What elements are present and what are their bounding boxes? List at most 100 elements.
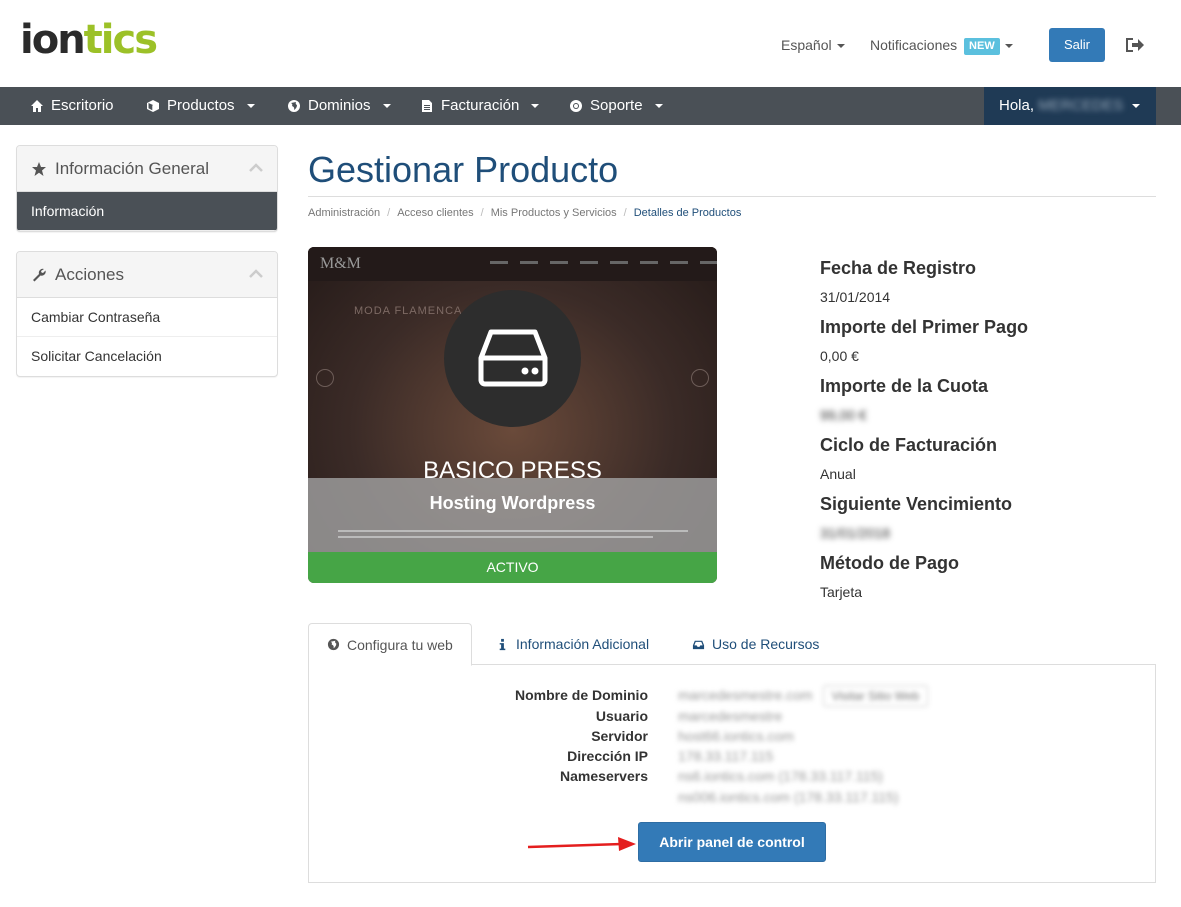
sidebar-item-informacion[interactable]: Información	[17, 192, 277, 231]
top-header: iontics Español Notificaciones NEW Salir	[0, 0, 1181, 87]
red-arrow-annotation	[527, 837, 636, 851]
product-name: BASICO PRESS	[423, 457, 602, 484]
breadcrumb-item[interactable]: Acceso clientes	[397, 207, 473, 219]
info-row-nameserver-2: ns006.iontics.com (178.33.117.115)	[309, 787, 1157, 807]
product-tabs: Configura tu web Información Adicional U…	[308, 623, 1156, 666]
logout-button[interactable]: Salir	[1049, 28, 1105, 62]
detail-label: Importe del Primer Pago	[820, 317, 1029, 337]
caret-down-icon	[531, 104, 540, 108]
info-value: marcedesmestre	[678, 708, 783, 724]
preview-arrow-right-icon	[691, 369, 709, 387]
iontics-logo[interactable]: iontics	[20, 17, 158, 63]
language-dropdown[interactable]: Español	[781, 36, 845, 54]
status-badge: ACTIVO	[308, 552, 717, 583]
nav-productos[interactable]: Productos	[146, 87, 255, 125]
preview-arrow-left-icon	[316, 369, 334, 387]
general-info-panel-header[interactable]: Información General	[17, 146, 277, 192]
user-name: MERCEDES	[1038, 97, 1124, 114]
nav-facturacion[interactable]: Facturación	[420, 87, 540, 125]
product-card: M&M MODA FLAMENCA BASICO PRESS Hosting W…	[308, 247, 717, 583]
star-icon	[32, 161, 46, 176]
detail-value: 0,00 €	[820, 348, 859, 364]
caret-down-icon	[246, 104, 255, 108]
page-title: Gestionar Producto	[308, 149, 619, 190]
breadcrumb-item[interactable]: Administración	[308, 207, 380, 219]
info-label: Servidor	[591, 728, 648, 744]
detail-value: 31/01/2014	[820, 289, 891, 305]
product-type: Hosting Wordpress	[429, 493, 596, 513]
greeting-label: Hola,	[999, 97, 1035, 114]
detail-label: Ciclo de Facturación	[820, 435, 998, 455]
life-ring-icon	[570, 100, 582, 112]
info-icon	[499, 638, 506, 650]
logo-text-dark: ion	[20, 17, 86, 63]
sidebar-item-change-password[interactable]: Cambiar Contraseña	[17, 298, 277, 337]
product-details: Fecha de Registro 31/01/2014 Importe del…	[820, 257, 1150, 611]
nav-escritorio[interactable]: Escritorio	[30, 87, 114, 125]
info-value: ns006.iontics.com (178.33.117.115)	[678, 789, 899, 805]
inbox-icon	[692, 640, 705, 649]
nav-dominios[interactable]: Dominios	[287, 87, 391, 125]
actions-panel: Acciones Cambiar Contraseña Solicitar Ca…	[16, 251, 278, 377]
visit-website-button[interactable]: Visitar Sitio Web	[822, 685, 929, 707]
info-row-ip: Dirección IP 178.33.117.115	[309, 746, 1157, 766]
user-menu[interactable]: Hola, MERCEDES	[984, 87, 1156, 125]
tab-informacion-adicional[interactable]: Información Adicional	[478, 623, 667, 665]
chevron-up-icon[interactable]	[249, 269, 263, 279]
breadcrumb-current: Detalles de Productos	[633, 207, 742, 219]
info-row-server: Servidor host66.iontics.com	[309, 726, 1157, 746]
hdd-icon	[478, 329, 548, 387]
detail-label: Método de Pago	[820, 553, 959, 573]
caret-down-icon	[1004, 44, 1013, 49]
preview-text-lines	[338, 530, 688, 542]
server-icon-badge	[444, 290, 581, 427]
info-value: ns6.iontics.com (178.33.117.115)	[678, 768, 883, 784]
info-value: host66.iontics.com	[678, 728, 794, 744]
notifications-dropdown[interactable]: Notificaciones NEW	[870, 36, 1013, 55]
preview-menu	[490, 261, 717, 264]
tab-uso-recursos[interactable]: Uso de Recursos	[674, 623, 837, 665]
nav-soporte[interactable]: Soporte	[569, 87, 663, 125]
domain-value[interactable]: marcedesmestre.com	[678, 687, 813, 703]
panel-title: Acciones	[55, 264, 124, 284]
info-label: Nombre de Dominio	[514, 687, 648, 703]
actions-panel-header[interactable]: Acciones	[17, 252, 277, 298]
nav-label: Escritorio	[51, 97, 114, 114]
sign-out-icon[interactable]	[1124, 36, 1144, 54]
main-navbar: Escritorio Productos Dominios Facturació…	[0, 87, 1181, 125]
preview-topbar	[308, 247, 717, 281]
breadcrumb: Administración / Acceso clientes / Mis Produ…	[308, 207, 742, 219]
title-divider	[308, 196, 1156, 197]
tab-label: Uso de Recursos	[712, 636, 820, 652]
detail-label: Importe de la Cuota	[820, 376, 989, 396]
info-label: Dirección IP	[567, 748, 648, 764]
nav-label: Dominios	[308, 97, 371, 114]
info-row-user: Usuario marcedesmestre	[309, 706, 1157, 726]
notifications-label: Notificaciones	[870, 37, 958, 53]
breadcrumb-item[interactable]: Mis Productos y Servicios	[491, 207, 617, 219]
caret-down-icon	[836, 44, 845, 49]
globe-icon	[327, 638, 340, 651]
chevron-up-icon[interactable]	[249, 163, 263, 173]
open-control-panel-button[interactable]: Abrir panel de control	[638, 822, 826, 862]
caret-down-icon	[382, 104, 391, 108]
info-label: Nameservers	[560, 768, 648, 784]
file-icon	[422, 100, 432, 112]
wrench-icon	[33, 268, 46, 281]
preview-text: MODA FLAMENCA	[354, 305, 463, 317]
tab-label: Configura tu web	[347, 636, 453, 653]
info-value: 178.33.117.115	[678, 748, 774, 764]
tab-label: Información Adicional	[516, 636, 650, 652]
info-row-nameservers: Nameservers ns6.iontics.com (178.33.117.…	[309, 766, 1157, 786]
tab-configura-web[interactable]: Configura tu web	[308, 623, 472, 666]
panel-title: Información General	[55, 158, 210, 178]
caret-down-icon	[1132, 104, 1140, 108]
cube-icon	[147, 100, 159, 112]
info-row-domain: Nombre de Dominio marcedesmestre.com Visi…	[309, 685, 1157, 707]
nav-label: Facturación	[441, 97, 520, 114]
caret-down-icon	[654, 104, 663, 108]
sidebar-item-request-cancellation[interactable]: Solicitar Cancelación	[17, 337, 277, 376]
nav-label: Productos	[167, 97, 235, 114]
nav-label: Soporte	[590, 97, 643, 114]
detail-value: Anual	[820, 466, 856, 482]
